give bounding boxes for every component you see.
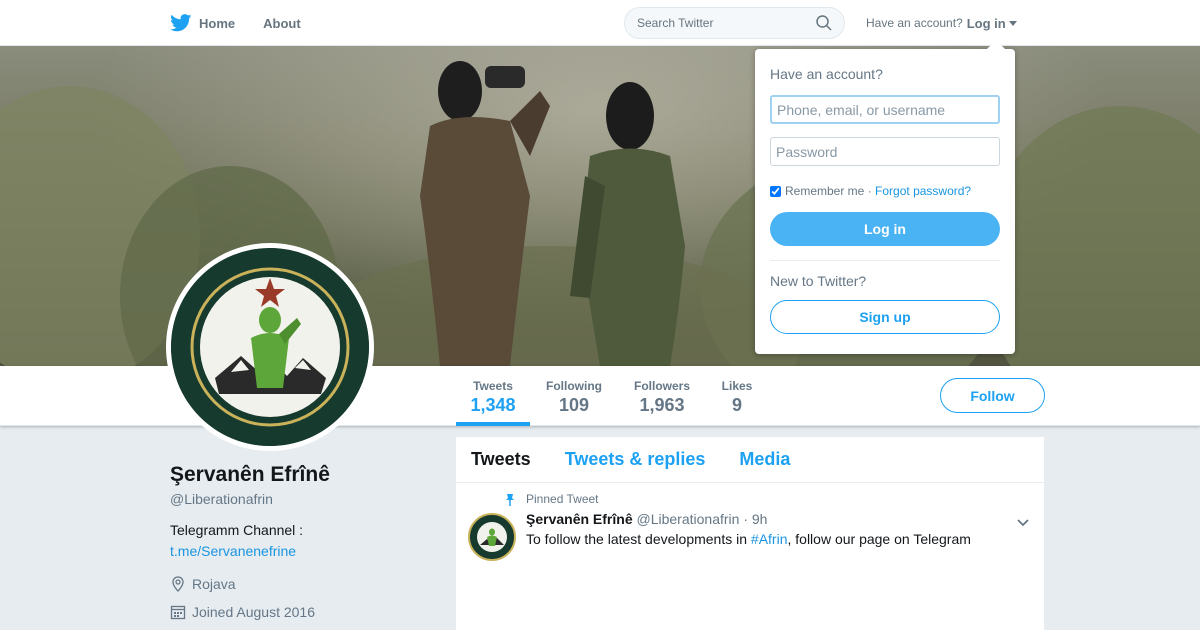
stat-tweets-label: Tweets <box>473 379 513 393</box>
twitter-bird-icon <box>170 14 192 32</box>
new-to-twitter-label: New to Twitter? <box>770 273 867 289</box>
tweet-timestamp[interactable]: 9h <box>752 511 768 527</box>
tweet-author-handle[interactable]: @Liberationafrin <box>637 511 740 527</box>
tweet-avatar[interactable] <box>468 513 516 561</box>
account-prompt: Have an account? <box>866 16 963 30</box>
avatar[interactable] <box>166 243 374 451</box>
pin-icon <box>506 493 514 506</box>
stat-tweets-value: 1,348 <box>470 395 516 415</box>
tweet-text: To follow the latest developments in #Af… <box>526 531 971 547</box>
stat-followers[interactable]: Followers 1,963 <box>628 366 696 426</box>
password-field[interactable] <box>770 137 1000 166</box>
tweet-author-name[interactable]: Şervanên Efrînê <box>526 511 633 527</box>
chevron-down-icon <box>1008 20 1017 26</box>
stat-followers-value: 1,963 <box>639 395 685 415</box>
nav-home[interactable]: Home <box>170 14 235 32</box>
remember-me-checkbox[interactable] <box>770 185 781 197</box>
profile-telegram-link[interactable]: t.me/Servanenefrine <box>170 543 296 559</box>
tweet-separator: · <box>743 511 748 527</box>
nav-about[interactable]: About <box>263 16 301 31</box>
tweet-hashtag[interactable]: #Afrin <box>751 531 788 547</box>
profile-handle: @Liberationafrin <box>170 491 273 507</box>
stat-likes-value: 9 <box>731 395 742 415</box>
location-pin-icon <box>172 576 184 592</box>
timeline-tabs: Tweets Tweets & replies Media <box>456 437 1044 483</box>
calendar-icon <box>170 605 186 620</box>
stat-likes[interactable]: Likes 9 <box>716 366 758 426</box>
profile-joined: Joined August 2016 <box>170 604 315 620</box>
forgot-password-link[interactable]: Forgot password? <box>875 184 971 198</box>
search-icon[interactable] <box>816 15 832 31</box>
chevron-down-icon <box>1017 519 1029 527</box>
profile-location: Rojava <box>170 576 236 592</box>
stat-following-value: 109 <box>558 395 590 415</box>
top-navigation-bar: Home About Have an account? Log in <box>0 0 1200 46</box>
tweet-header: Şervanên Efrînê @Liberationafrin · 9h <box>526 511 767 527</box>
nav-home-label: Home <box>199 15 236 31</box>
username-field[interactable] <box>770 95 1000 124</box>
search-box[interactable] <box>624 7 845 39</box>
tweet-text-after: , follow our page on Telegram <box>787 531 971 547</box>
pinned-tweet-text: Pinned Tweet <box>526 492 599 506</box>
tweet-text-before: To follow the latest developments in <box>526 531 751 547</box>
remember-separator: · <box>867 184 872 198</box>
stat-likes-label: Likes <box>721 379 753 393</box>
tab-tweets[interactable]: Tweets <box>471 449 531 470</box>
tab-tweets-replies[interactable]: Tweets & replies <box>565 449 706 470</box>
signup-button[interactable]: Sign up <box>770 300 1000 334</box>
banner-figures <box>420 61 685 366</box>
timeline: Tweets Tweets & replies Media Pinned Twe… <box>456 437 1044 630</box>
afrin-liberation-forces-logo <box>171 248 369 446</box>
pinned-tweet-label: Pinned Tweet <box>504 492 599 506</box>
dropdown-divider <box>770 260 1000 261</box>
profile-name: Şervanên Efrînê <box>170 463 330 486</box>
login-dropdown: Have an account? Remember me · Forgot pa… <box>755 40 1015 354</box>
profile-joined-text: Joined August 2016 <box>192 604 315 620</box>
stat-following[interactable]: Following 109 <box>540 366 608 426</box>
follow-button[interactable]: Follow <box>940 378 1045 413</box>
tweet-more-menu[interactable] <box>1016 515 1030 533</box>
login-submit-button[interactable]: Log in <box>770 212 1000 246</box>
profile-bio: Telegramm Channel : <box>170 522 304 538</box>
stat-tweets[interactable]: Tweets 1,348 <box>456 366 530 426</box>
login-dropdown-title: Have an account? <box>770 66 883 82</box>
nav-left-group: Home About <box>170 0 329 46</box>
nav-about-label: About <box>263 15 301 31</box>
stat-following-label: Following <box>546 379 602 393</box>
search-input[interactable] <box>637 16 807 30</box>
tab-media[interactable]: Media <box>739 449 790 470</box>
profile-location-text: Rojava <box>192 576 236 592</box>
stat-followers-label: Followers <box>633 379 690 393</box>
remember-me-label: Remember me <box>785 184 865 198</box>
remember-row: Remember me · Forgot password? <box>770 184 971 198</box>
login-link[interactable]: Log in <box>967 16 1006 31</box>
